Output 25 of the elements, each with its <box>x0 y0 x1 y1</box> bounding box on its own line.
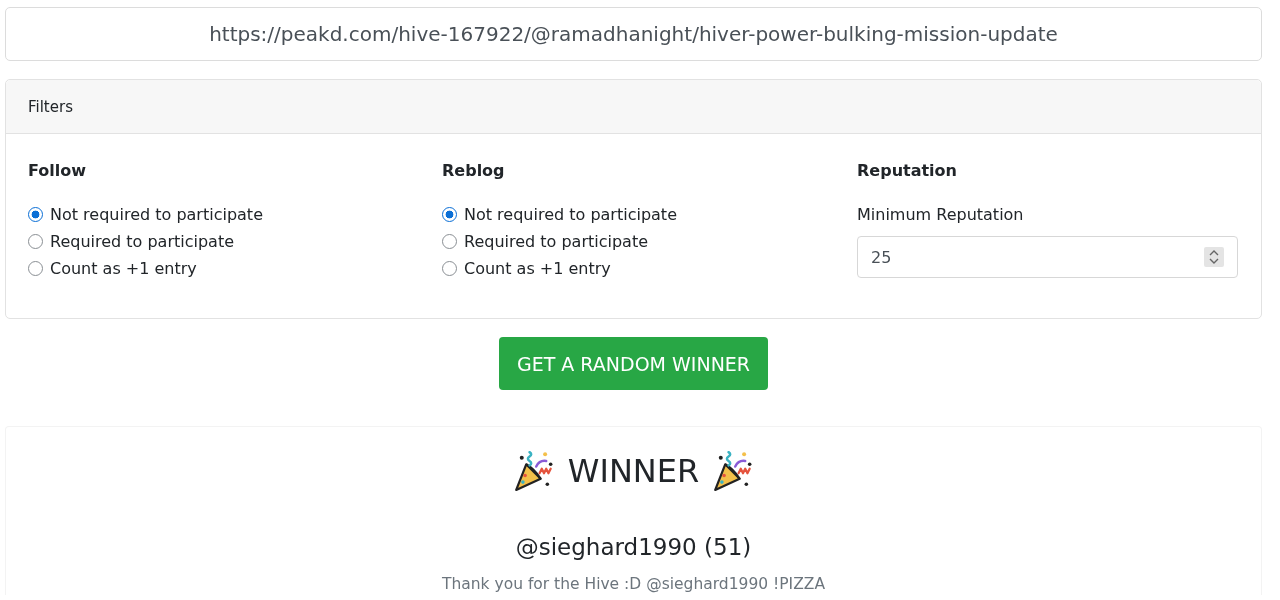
radio-button[interactable] <box>28 207 43 222</box>
radio-label[interactable]: Required to participate <box>464 230 649 253</box>
radio-label[interactable]: Required to participate <box>50 230 235 253</box>
radio-label[interactable]: Count as +1 entry <box>464 257 611 280</box>
field-label: Minimum Reputation <box>857 204 1025 226</box>
group-heading: Reputation <box>857 160 958 182</box>
group-heading: Follow <box>28 160 87 182</box>
card-header: Filters <box>6 80 1261 134</box>
radio-button[interactable] <box>28 234 43 249</box>
number-field[interactable]: 25 <box>857 236 1238 278</box>
radio-label[interactable]: Count as +1 entry <box>50 257 197 280</box>
radio-button[interactable] <box>442 234 457 249</box>
radio-label[interactable]: Not required to participate <box>50 203 263 226</box>
party-popper-icon <box>513 451 554 491</box>
party-popper-icon <box>713 451 754 491</box>
radio-button[interactable] <box>442 261 457 276</box>
radio-label[interactable]: Not required to participate <box>464 203 677 226</box>
winner-heading: WINNER <box>567 451 700 492</box>
url-field[interactable]: https://peakd.com/hive-167922/@ramadhanight/hiver-power-bulking-mission-update <box>5 7 1262 61</box>
radio-button[interactable] <box>442 207 457 222</box>
group-heading: Reblog <box>442 160 506 182</box>
winner-name: @sieghard1990 (51) <box>515 533 752 562</box>
spinner-icon[interactable] <box>1204 247 1224 267</box>
winner-message: Thank you for the Hive :D @sieghard1990 !PIZZA <box>441 574 826 595</box>
radio-button[interactable] <box>28 261 43 276</box>
